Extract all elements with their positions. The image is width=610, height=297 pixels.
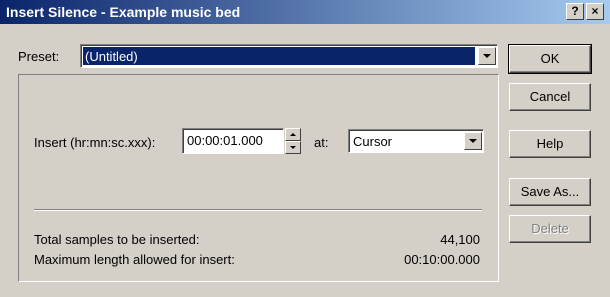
spin-up-button[interactable]: [285, 128, 301, 141]
arrow-up-icon: [290, 133, 296, 136]
total-samples-value: 44,100: [440, 232, 480, 247]
insert-duration-value: 00:00:01.000: [187, 133, 263, 148]
window-title: Insert Silence - Example music bed: [6, 4, 241, 20]
preset-value: (Untitled): [85, 49, 138, 64]
cancel-button[interactable]: Cancel: [509, 83, 591, 111]
cancel-label: Cancel: [529, 89, 571, 104]
ok-button[interactable]: OK: [508, 44, 592, 74]
chevron-down-icon: [483, 54, 491, 58]
save-as-button[interactable]: Save As...: [509, 178, 591, 206]
help-button[interactable]: Help: [509, 130, 591, 158]
insert-duration-input[interactable]: 00:00:01.000: [182, 128, 284, 154]
save-as-label: Save As...: [520, 184, 580, 199]
help-label: Help: [536, 136, 564, 151]
total-samples-label: Total samples to be inserted:: [34, 232, 200, 247]
delete-label: Delete: [531, 221, 569, 236]
insert-label: Insert (hr:mn:sc.xxx):: [34, 135, 156, 150]
preset-label: Preset:: [18, 49, 60, 64]
at-dropdown[interactable]: Cursor: [348, 129, 484, 153]
separator: [34, 209, 482, 211]
arrow-down-icon: [290, 146, 296, 149]
at-label: at:: [314, 135, 329, 150]
duration-spinner[interactable]: [285, 128, 301, 154]
close-icon[interactable]: ×: [586, 3, 604, 20]
preset-dropdown[interactable]: (Untitled): [80, 44, 498, 68]
spin-down-button[interactable]: [285, 141, 301, 154]
max-length-label: Maximum length allowed for insert:: [34, 252, 235, 267]
help-title-button[interactable]: ?: [566, 3, 584, 20]
chevron-down-icon: [469, 139, 477, 143]
at-value: Cursor: [353, 134, 393, 149]
at-dropdown-arrow[interactable]: [464, 132, 482, 150]
settings-group: [18, 74, 499, 282]
delete-button: Delete: [509, 215, 591, 243]
max-length-value: 00:10:00.000: [404, 252, 480, 267]
preset-dropdown-arrow[interactable]: [478, 47, 496, 65]
title-bar[interactable]: Insert Silence - Example music bed ? ×: [0, 0, 610, 24]
ok-label: OK: [540, 51, 560, 66]
